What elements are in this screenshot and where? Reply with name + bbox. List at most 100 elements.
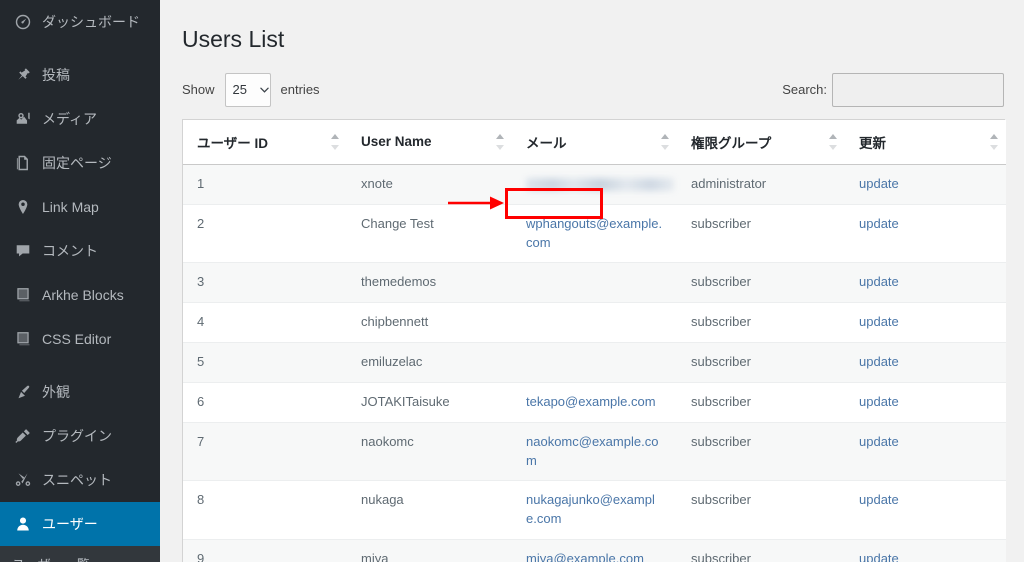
- location-pin-icon: [12, 197, 34, 217]
- column-header-label: 更新: [859, 135, 886, 151]
- sidebar-item-2[interactable]: 投稿: [0, 53, 160, 97]
- update-link[interactable]: update: [859, 394, 899, 409]
- sort-arrows-icon[interactable]: [660, 133, 669, 150]
- cell-update: update: [845, 302, 1006, 343]
- column-header-4[interactable]: 権限グループ: [677, 119, 845, 165]
- cell-email: [512, 302, 677, 343]
- email-link[interactable]: miya@example.com: [526, 551, 644, 562]
- sidebar-item-label: コメント: [42, 243, 98, 259]
- sidebar-item-7[interactable]: Arkhe Blocks: [0, 273, 160, 317]
- cell-role: subscriber: [677, 302, 845, 343]
- cell-user-name: nukaga: [347, 480, 512, 540]
- redacted-email: [526, 177, 674, 191]
- paintbrush-icon: [12, 382, 34, 402]
- table-row: 9 miya miya@example.com subscriber update: [183, 539, 1006, 562]
- update-link[interactable]: update: [859, 176, 899, 191]
- update-link[interactable]: update: [859, 354, 899, 369]
- sidebar-item-4[interactable]: 固定ページ: [0, 141, 160, 185]
- column-header-5[interactable]: 更新: [845, 119, 1006, 165]
- search-label: Search:: [782, 82, 827, 98]
- page-length-select[interactable]: 25: [224, 72, 271, 107]
- sidebar-item-6[interactable]: コメント: [0, 229, 160, 273]
- column-header-label: User Name: [361, 134, 432, 150]
- search-label-wrap: Search:: [782, 72, 1004, 107]
- user-icon: [12, 514, 34, 534]
- update-link[interactable]: update: [859, 274, 899, 289]
- email-link[interactable]: wphangouts@example.com: [526, 216, 662, 250]
- sidebar-item-9[interactable]: 外観: [0, 370, 160, 414]
- cell-role: subscriber: [677, 539, 845, 562]
- cell-email: [512, 262, 677, 303]
- sidebar-item-label: CSS Editor: [42, 331, 112, 347]
- table-row: 6 JOTAKITaisuke tekapo@example.com subscrib…: [183, 381, 1006, 423]
- sort-arrows-icon[interactable]: [330, 133, 339, 150]
- scissors-icon: [12, 470, 34, 490]
- cell-email: tekapo@example.com: [512, 381, 677, 423]
- sidebar-item-label: 固定ページ: [42, 155, 112, 171]
- sidebar-item-label: スニペット: [42, 472, 112, 488]
- sidebar-item-10[interactable]: プラグイン: [0, 414, 160, 458]
- update-link[interactable]: update: [859, 551, 899, 562]
- cell-user-id: 6: [183, 381, 347, 423]
- sort-arrows-icon[interactable]: [989, 133, 998, 150]
- cell-user-name: xnote: [347, 164, 512, 205]
- search-control: Search:: [782, 72, 1004, 107]
- cell-email: [512, 342, 677, 383]
- cell-update: update: [845, 381, 1006, 423]
- cell-user-id: 1: [183, 164, 347, 205]
- update-link[interactable]: update: [859, 492, 899, 507]
- sidebar-item-5[interactable]: Link Map: [0, 185, 160, 229]
- cell-role: subscriber: [677, 262, 845, 303]
- cell-role: administrator: [677, 164, 845, 205]
- submenu-item-1[interactable]: ユーザー一覧: [0, 550, 160, 562]
- cell-update: update: [845, 421, 1006, 481]
- main-content: Users List Show 25 entries Search: ユーザー …: [160, 0, 1024, 562]
- cell-email: [512, 164, 677, 205]
- cell-user-name: Change Test: [347, 203, 512, 263]
- users-submenu: ユーザー一覧新規ユーザーを追加プロフィールUsername Updater: [0, 546, 160, 562]
- sidebar-item-8[interactable]: CSS Editor: [0, 317, 160, 361]
- cell-user-id: 8: [183, 480, 347, 540]
- cell-role: subscriber: [677, 342, 845, 383]
- column-header-3[interactable]: メール: [512, 119, 677, 165]
- sidebar-separator: [0, 361, 160, 370]
- media-icon: [12, 109, 34, 129]
- page-icon: [12, 153, 34, 173]
- update-link[interactable]: update: [859, 434, 899, 449]
- page-length-select-wrap[interactable]: 25: [220, 72, 276, 107]
- cell-role: subscriber: [677, 421, 845, 481]
- page-length-control: Show 25 entries: [182, 72, 320, 107]
- table-row: 4 chipbennett subscriber update: [183, 302, 1006, 343]
- column-header-2[interactable]: User Name: [347, 119, 512, 165]
- sidebar-item-label: メディア: [42, 111, 98, 127]
- sidebar-item-11[interactable]: スニペット: [0, 458, 160, 502]
- show-entries-label: Show 25 entries: [182, 72, 320, 107]
- users-table-container: ユーザー ID User Name メール 権限グループ 更新 1 xnote admini…: [182, 118, 1006, 562]
- cell-email: naokomc@example.com: [512, 421, 677, 481]
- column-header-1[interactable]: ユーザー ID: [183, 119, 347, 165]
- sidebar-item-1[interactable]: ダッシュボード: [0, 0, 160, 44]
- sort-arrows-icon[interactable]: [828, 133, 837, 150]
- email-link[interactable]: nukagajunko@example.com: [526, 492, 655, 526]
- plugin-plug-icon: [12, 426, 34, 446]
- search-input[interactable]: [832, 72, 1004, 107]
- cell-update: update: [845, 342, 1006, 383]
- cell-user-name: naokomc: [347, 421, 512, 481]
- css-editor-icon: [12, 329, 34, 349]
- sidebar-item-3[interactable]: メディア: [0, 97, 160, 141]
- sidebar-item-label: プラグイン: [42, 428, 112, 444]
- sort-arrows-icon[interactable]: [495, 133, 504, 150]
- email-link[interactable]: naokomc@example.com: [526, 434, 658, 468]
- email-link[interactable]: tekapo@example.com: [526, 394, 656, 409]
- sidebar-item-12[interactable]: ユーザー: [0, 502, 160, 546]
- column-header-label: 権限グループ: [691, 135, 772, 151]
- table-row: 8 nukaga nukagajunko@example.com subscriber…: [183, 480, 1006, 540]
- table-row: 3 themedemos subscriber update: [183, 262, 1006, 303]
- update-link[interactable]: update: [859, 216, 899, 231]
- cell-user-id: 3: [183, 262, 347, 303]
- sidebar-item-label: Arkhe Blocks: [42, 287, 124, 303]
- sidebar-item-label: ダッシュボード: [42, 14, 140, 30]
- page-title: Users List: [182, 26, 285, 52]
- update-link[interactable]: update: [859, 314, 899, 329]
- blocks-icon: [12, 285, 34, 305]
